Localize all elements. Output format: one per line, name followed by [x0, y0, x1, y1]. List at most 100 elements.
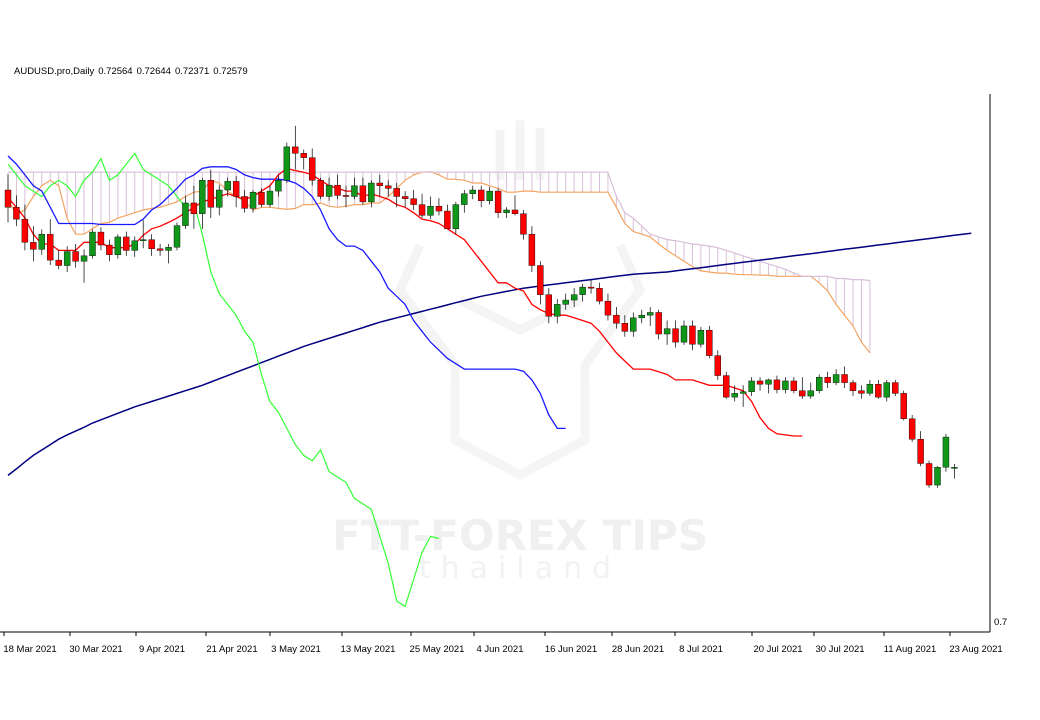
candle-body — [562, 299, 569, 305]
candle-body — [224, 181, 231, 191]
candle-body — [596, 287, 603, 302]
candle-body — [621, 323, 629, 332]
candle-body — [342, 195, 350, 197]
candle-body — [925, 463, 933, 486]
candle-body — [452, 204, 460, 230]
candle-body — [714, 355, 721, 376]
candle-body — [376, 182, 383, 186]
candle-body — [579, 286, 586, 295]
candle-body — [21, 218, 29, 243]
candle-body — [325, 184, 333, 197]
candle-body — [908, 418, 916, 440]
candle-body — [790, 380, 798, 391]
candle-body — [106, 244, 113, 255]
x-tick-label: 13 May 2021 — [341, 644, 396, 655]
candle-body — [89, 231, 96, 257]
candle-body — [537, 265, 544, 295]
candle-body — [317, 180, 324, 197]
candle-body — [900, 393, 907, 419]
candle-body — [55, 259, 62, 266]
x-tick-label: 8 Jul 2021 — [679, 644, 723, 655]
candle-body — [756, 380, 764, 385]
candle-body — [883, 382, 890, 398]
candle-body — [748, 380, 755, 392]
x-tick-label: 9 Apr 2021 — [139, 644, 185, 655]
x-tick-label: 4 Jun 2021 — [476, 644, 523, 655]
x-tick-label: 25 May 2021 — [410, 644, 465, 655]
candle-body — [807, 390, 814, 397]
candle-body — [461, 193, 468, 205]
candle-body — [47, 234, 54, 261]
candle-body — [30, 242, 37, 250]
candle-body — [655, 312, 662, 335]
candle-body — [604, 300, 612, 316]
candle-body — [739, 391, 747, 394]
candle-body — [385, 185, 392, 189]
price-label-group: 0.7 — [994, 617, 1007, 628]
candle-body — [638, 314, 645, 319]
x-tick-label: 28 Jun 2021 — [612, 644, 664, 655]
candle-body — [511, 209, 519, 214]
candle-body — [554, 304, 561, 317]
candle-body — [156, 248, 164, 251]
candle-body — [199, 180, 206, 214]
candle-body — [207, 180, 215, 208]
price-axis-label: 0.7 — [994, 617, 1007, 628]
candle-body — [545, 294, 552, 317]
candle-body — [934, 467, 941, 486]
candle-body — [782, 380, 789, 390]
candle-body — [4, 189, 12, 208]
candle-body — [723, 375, 730, 398]
candle-body — [292, 146, 299, 154]
ichimoku-chart[interactable]: FTT-FOREX TIPS thailand 18 Mar 2021 30 Ma… — [0, 0, 1040, 720]
candle-body — [697, 330, 705, 345]
candle-body — [38, 234, 45, 250]
candle-body — [63, 251, 71, 266]
candle-body — [13, 207, 20, 220]
candle-body — [216, 189, 223, 208]
candle-body — [148, 239, 155, 250]
candle-body — [190, 202, 198, 214]
candle-body — [630, 317, 637, 332]
candle-body — [300, 153, 307, 158]
candle-body — [486, 190, 493, 202]
candle-body — [731, 393, 738, 398]
candle-body — [283, 146, 291, 181]
candle-body — [80, 255, 88, 262]
x-tick-label: 18 Mar 2021 — [3, 644, 56, 655]
candle-body — [672, 328, 679, 343]
candle-body — [816, 376, 823, 391]
candle-body — [418, 204, 426, 216]
candle-body — [435, 205, 443, 212]
x-tick-label: 30 Mar 2021 — [69, 644, 122, 655]
moving-average-line — [7, 232, 972, 476]
candle-body — [706, 330, 713, 356]
candle-body — [494, 190, 502, 213]
x-tick-label: 3 May 2021 — [271, 644, 321, 655]
candle-body — [351, 185, 358, 197]
candle-body — [647, 312, 654, 316]
candle-body — [368, 182, 375, 203]
candle-body — [114, 236, 122, 255]
candle-body — [892, 382, 899, 394]
candle-body — [123, 236, 130, 251]
candle-body — [97, 231, 105, 246]
x-tick-label: 20 Jul 2021 — [753, 644, 802, 655]
candle-body — [241, 196, 248, 209]
candle-body — [139, 239, 147, 241]
candle-body — [258, 191, 265, 205]
candle-body — [832, 374, 840, 383]
candle-body — [266, 190, 274, 205]
candle-body — [232, 181, 240, 197]
candle-body — [765, 379, 772, 385]
candle-body — [520, 213, 527, 235]
candle-body — [689, 325, 696, 345]
x-tick-label: 30 Jul 2021 — [815, 644, 864, 655]
candle-body — [875, 383, 882, 398]
watermark-subtitle: thailand — [419, 551, 621, 586]
candle-body — [401, 196, 409, 199]
candle-body — [824, 376, 831, 383]
candle-body — [613, 314, 620, 324]
candle-body — [275, 180, 282, 192]
candle-body — [917, 439, 924, 464]
